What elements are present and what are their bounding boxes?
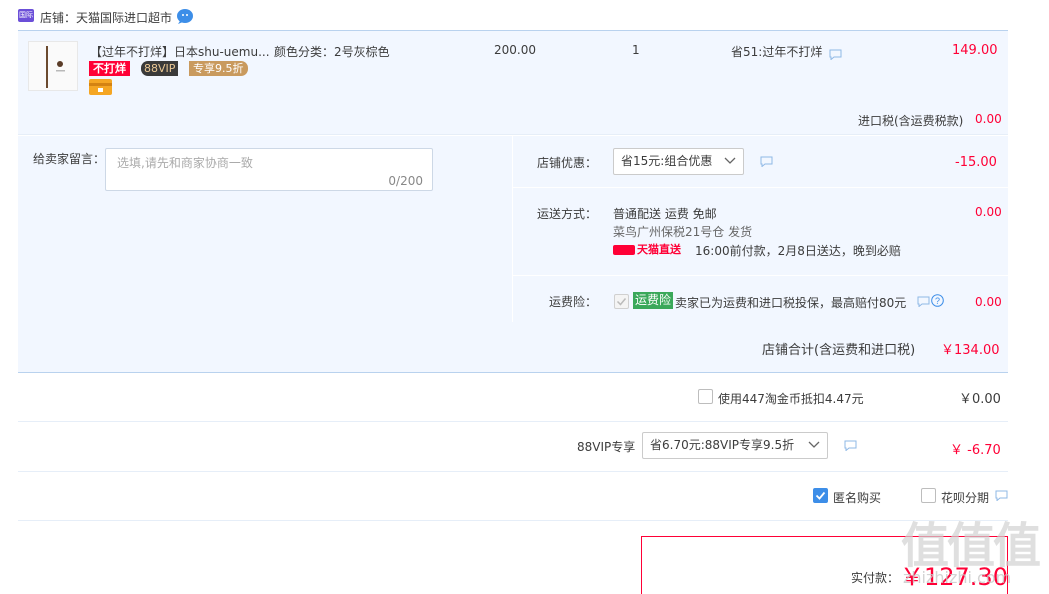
message-label: 给卖家留言：	[33, 152, 106, 166]
credit-card-icon	[89, 79, 112, 98]
coins-checkbox[interactable]	[698, 389, 713, 404]
vip-discount-selected: 省6.70元:88VIP专享9.5折	[650, 438, 795, 452]
insurance-value: 0.00	[975, 295, 1002, 309]
watermark-url: zhizhizhi.com	[903, 568, 1012, 587]
svg-text:?: ?	[935, 296, 940, 306]
product-title[interactable]: 【过年不打烊】日本shu-uemu...	[90, 43, 270, 60]
vip-value: ￥ -6.70	[950, 443, 1001, 458]
shop-discount-value: -15.00	[955, 155, 997, 170]
chevron-down-icon	[724, 157, 736, 164]
shipping-label: 运送方式：	[537, 207, 598, 221]
import-tax-value: 0.00	[975, 112, 1002, 126]
chat-icon[interactable]	[995, 490, 1008, 501]
item-unit-price: 200.00	[494, 43, 536, 57]
shop-discount-label: 店铺优惠：	[537, 156, 598, 170]
shop-badge: 国际	[18, 9, 34, 22]
coins-value: ￥0.00	[959, 392, 1001, 407]
shop-discount-selected: 省15元:组合优惠	[621, 154, 713, 168]
item-promo: 省51:过年不打烊	[731, 45, 823, 59]
tmall-icon	[613, 245, 635, 255]
help-icon[interactable]: ?	[931, 294, 944, 310]
chat-icon[interactable]	[844, 440, 857, 451]
vip-discount-select[interactable]: 省6.70元:88VIP专享9.5折	[642, 432, 828, 459]
shop-name[interactable]: 店铺：天猫国际进口超市	[40, 9, 172, 26]
anonymous-label: 匿名购买	[833, 491, 882, 505]
chat-icon[interactable]	[829, 49, 842, 60]
message-placeholder: 选填,请先和商家协商一致	[117, 156, 253, 170]
huabei-label: 花呗分期	[941, 491, 990, 505]
tag-88vip: 88VIP	[141, 61, 179, 76]
item-quantity: 1	[632, 43, 640, 57]
item-total: 149.00	[952, 43, 998, 58]
tag-bu-da-yang: 不打烊	[89, 61, 130, 76]
product-sku: 颜色分类：2号灰棕色	[274, 45, 390, 59]
shop-discount-select[interactable]: 省15元:组合优惠	[613, 148, 744, 175]
wangwang-icon[interactable]	[176, 7, 194, 27]
shop-total-value: ￥134.00	[941, 343, 1000, 358]
payment-label: 实付款：	[851, 571, 900, 585]
coins-label: 使用447淘金币抵扣4.47元	[718, 392, 864, 406]
import-tax-label: 进口税(含运费税款)	[858, 114, 964, 128]
insurance-text: 卖家已为运费和进口税投保，最高赔付80元	[675, 296, 907, 310]
huabei-checkbox[interactable]	[921, 488, 936, 503]
insurance-label: 运费险：	[549, 295, 598, 309]
chat-icon[interactable]	[760, 156, 773, 167]
tmall-direct-text: 天猫直送	[637, 243, 681, 256]
shipping-value: 0.00	[975, 205, 1002, 219]
shop-total-label: 店铺合计(含运费和进口税)	[762, 343, 916, 358]
insurance-tag: 运费险	[633, 292, 674, 309]
message-counter: 0/200	[388, 174, 423, 188]
vip-label: 88VIP专享	[577, 440, 636, 454]
chat-icon[interactable]	[917, 296, 930, 307]
product-thumbnail[interactable]	[28, 41, 78, 91]
tmall-direct-badge: 天猫直送	[613, 243, 681, 257]
chevron-down-icon	[808, 441, 820, 448]
delivery-promise: 16:00前付款，2月8日送达，晚到必赔	[695, 244, 901, 258]
tag-vip-discount: 专享9.5折	[189, 61, 248, 76]
anonymous-checkbox[interactable]	[813, 488, 828, 503]
watermark: 值值值	[901, 518, 1041, 574]
message-input[interactable]: 选填,请先和商家协商一致 0/200	[105, 148, 433, 191]
shipping-method: 普通配送 运费 免邮	[613, 207, 717, 221]
shipping-warehouse: 菜鸟广州保税21号仓 发货	[613, 225, 753, 239]
insurance-checkbox	[614, 294, 629, 309]
